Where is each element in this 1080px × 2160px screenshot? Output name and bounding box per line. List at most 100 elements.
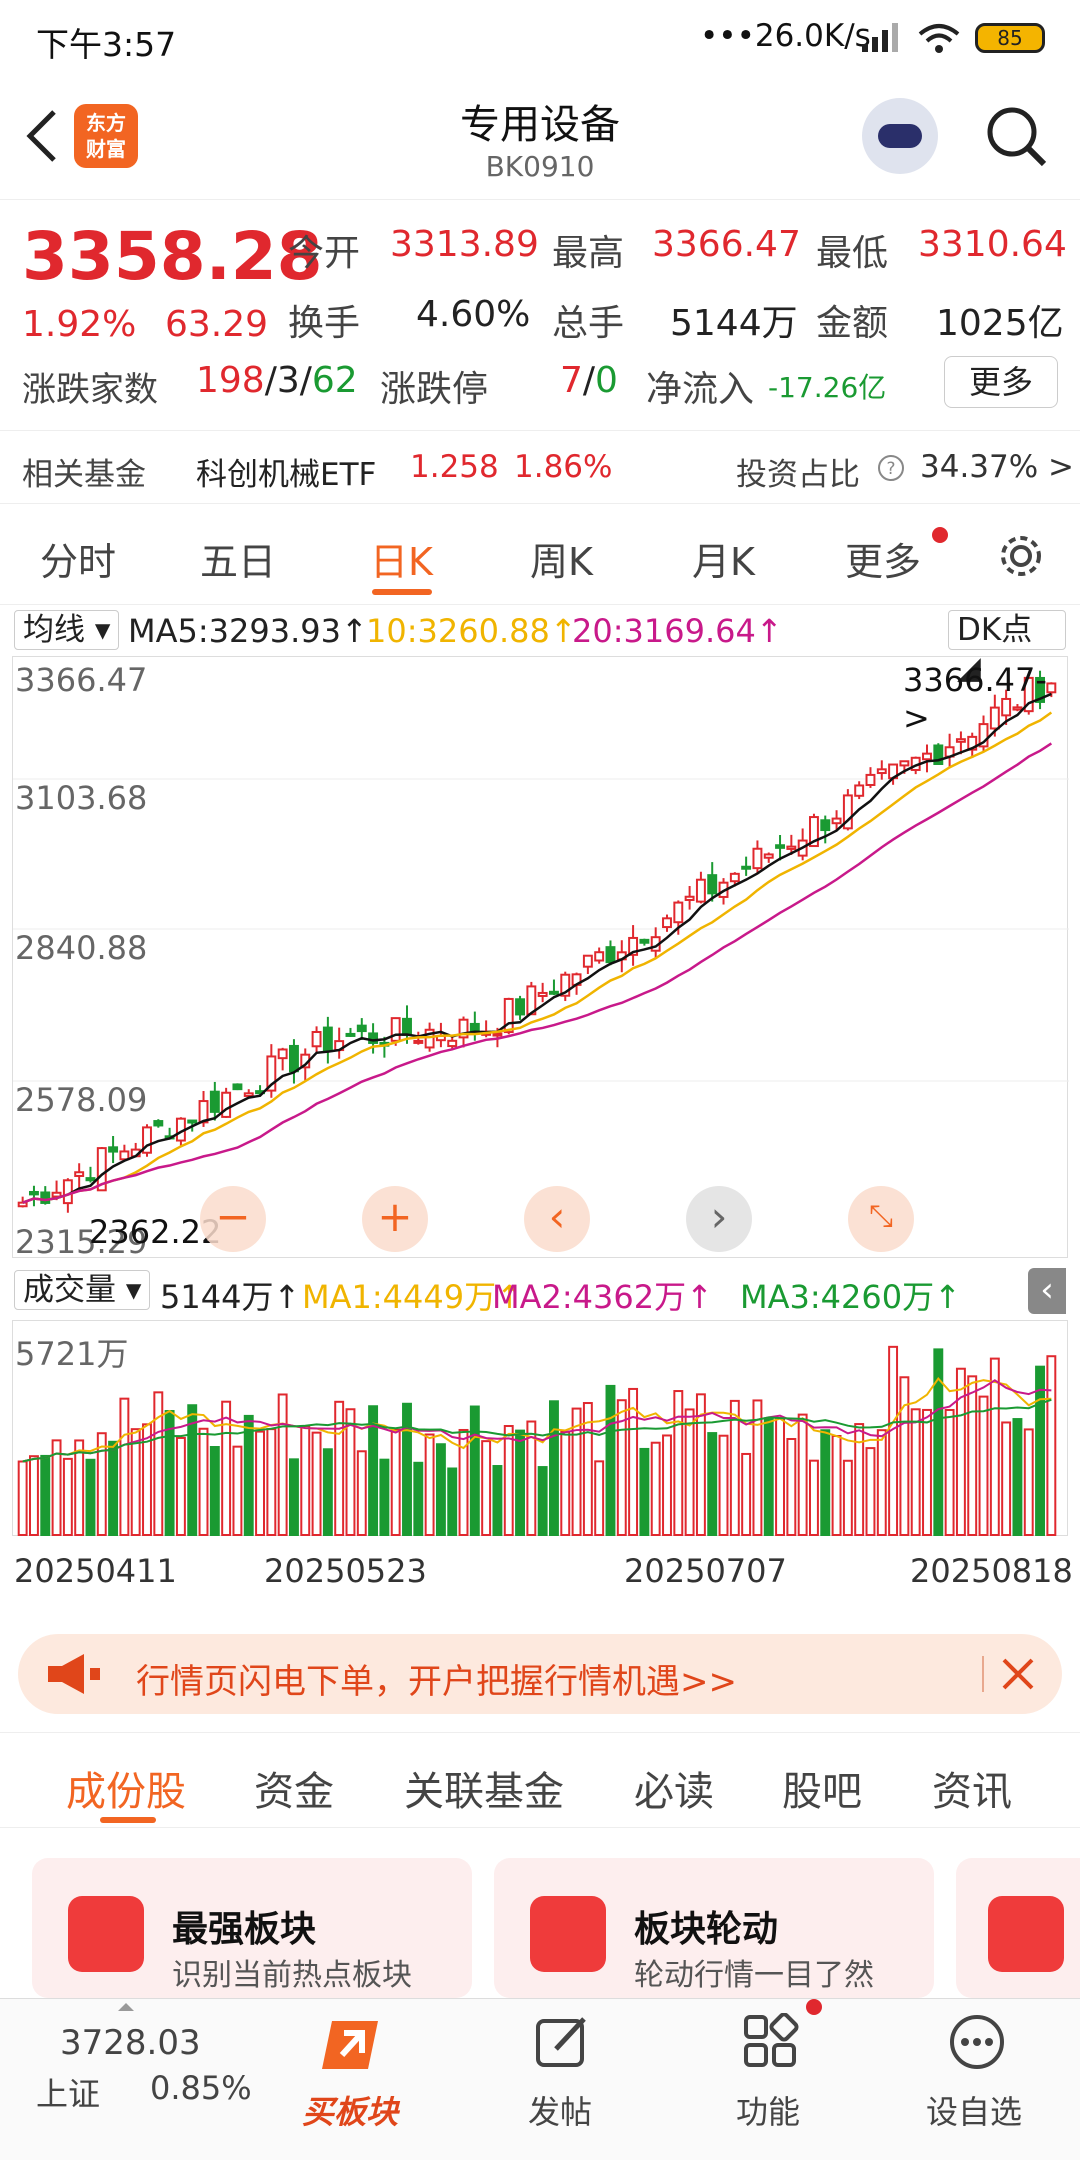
- fullscreen-button[interactable]: ⤡: [848, 1186, 914, 1252]
- card-partial[interactable]: [956, 1858, 1080, 1998]
- tab-forum[interactable]: 股吧: [782, 1759, 862, 1817]
- function-label[interactable]: 功能: [736, 2087, 800, 2133]
- high-value: 3366.47: [652, 224, 801, 265]
- tab-daily-k[interactable]: 日K: [370, 531, 433, 586]
- tab-underline: [372, 589, 432, 595]
- volume-bar: [334, 1400, 345, 1537]
- candle: [469, 1011, 480, 1041]
- volume-value: 5144万↑: [160, 1278, 301, 1316]
- zoom-out-button[interactable]: −: [200, 1186, 266, 1252]
- volume-bar: [549, 1400, 559, 1537]
- tab-funds-flow[interactable]: 资金: [254, 1759, 334, 1817]
- volume-bar: [910, 1408, 921, 1536]
- max-marker-label: 3366.47->: [903, 661, 1047, 737]
- volume-bar: [729, 1399, 740, 1536]
- ratio-label: 投资占比: [736, 457, 860, 493]
- more-dots-icon[interactable]: [948, 2013, 1006, 2071]
- dk-points-button[interactable]: DK点 ◢: [948, 610, 1066, 686]
- volume-bar: [108, 1440, 119, 1536]
- volume-chart[interactable]: 5721万: [12, 1320, 1068, 1537]
- function-grid-icon[interactable]: [742, 2013, 800, 2071]
- candle: [797, 828, 808, 861]
- volume-bar: [831, 1434, 842, 1536]
- top-bar: 东方 财富 专用设备 BK0910: [0, 76, 1080, 200]
- adv-dec-values: 198/3/62: [196, 360, 358, 401]
- candle: [29, 1185, 39, 1207]
- volume-bars: [17, 1345, 1057, 1537]
- volume-bar: [650, 1441, 661, 1536]
- tab-must-read[interactable]: 必读: [634, 1759, 714, 1817]
- tab-more[interactable]: 更多: [845, 531, 921, 586]
- candle: [277, 1047, 288, 1071]
- fund-name: 科创机械ETF: [196, 457, 377, 493]
- candle: [537, 982, 548, 1003]
- buy-sector-label[interactable]: 买板块: [302, 2087, 398, 2133]
- adv-dec-label: 涨跌家数: [22, 370, 158, 410]
- settings-gear-icon[interactable]: [996, 531, 1046, 581]
- collapse-panel-button[interactable]: ‹: [1028, 1268, 1066, 1314]
- card-sector-rotation[interactable]: 板块轮动 轮动行情一目了然: [494, 1858, 934, 1998]
- assistant-robot-icon[interactable]: [862, 98, 938, 174]
- close-icon[interactable]: [1000, 1656, 1036, 1692]
- ma-dropdown[interactable]: 均线 ▾: [14, 610, 120, 650]
- volume-bar: [390, 1428, 401, 1536]
- volume-bar: [1023, 1428, 1034, 1536]
- candle: [922, 744, 932, 773]
- candle: [74, 1163, 85, 1188]
- promo-banner[interactable]: 行情页闪电下单，开户把握行情机遇>>: [18, 1634, 1062, 1714]
- volume-bar: [741, 1452, 752, 1536]
- status-time: 下午3:57: [36, 25, 177, 64]
- index-value[interactable]: 3728.03: [60, 2023, 201, 2063]
- related-fund-row[interactable]: 相关基金 科创机械ETF 1.258 1.86% 投资占比 ? 34.37% >: [0, 430, 1080, 504]
- ma10-value: 10:3260.88↑: [366, 612, 577, 650]
- change-pct: 1.92%: [22, 304, 137, 345]
- volume-bar: [277, 1393, 288, 1536]
- signal-icon: [862, 23, 898, 52]
- zoom-in-button[interactable]: +: [362, 1186, 428, 1252]
- scroll-left-button[interactable]: ‹: [524, 1186, 590, 1252]
- volume-bar: [29, 1455, 39, 1536]
- volume-bar: [594, 1460, 605, 1537]
- volume-bar: [322, 1448, 333, 1536]
- help-icon[interactable]: ?: [876, 453, 906, 483]
- status-bar: 下午3:57 •••26.0K/s 85: [0, 0, 1080, 76]
- tab-intraday[interactable]: 分时: [40, 531, 116, 586]
- turnover-label: 换手: [288, 303, 361, 344]
- card-strongest-sector[interactable]: 最强板块 识别当前热点板块: [32, 1858, 472, 1998]
- volume-bar: [266, 1428, 277, 1536]
- tab-related-funds[interactable]: 关联基金: [404, 1759, 564, 1817]
- tab-news[interactable]: 资讯: [932, 1759, 1012, 1817]
- volume-bar: [289, 1458, 299, 1536]
- volume-bar: [1046, 1355, 1057, 1536]
- volume-dropdown[interactable]: 成交量 ▾: [14, 1270, 151, 1310]
- tab-constituents[interactable]: 成份股: [66, 1759, 186, 1817]
- volume-bar: [537, 1466, 548, 1536]
- post-label[interactable]: 发帖: [528, 2087, 592, 2133]
- add-favorite-label[interactable]: 设自选: [926, 2087, 1022, 2133]
- volume-bar: [243, 1414, 254, 1536]
- scroll-right-button[interactable]: ›: [686, 1186, 752, 1252]
- buy-sector-icon[interactable]: [318, 2013, 390, 2075]
- tab-weekly-k[interactable]: 周K: [530, 531, 593, 586]
- more-button[interactable]: 更多: [944, 356, 1058, 408]
- k-line-chart[interactable]: 3366.47 3103.68 2840.88 2578.09 2315.29 …: [12, 656, 1069, 1261]
- volume-bar: [62, 1457, 73, 1537]
- volume-bar: [1001, 1421, 1012, 1536]
- megaphone-icon: [48, 1654, 100, 1694]
- card-title: 最强板块: [172, 1909, 317, 1950]
- volume-bar: [1012, 1418, 1023, 1536]
- volume-bar: [198, 1427, 209, 1536]
- candle: [820, 815, 831, 844]
- tab-monthly-k[interactable]: 月K: [692, 531, 755, 586]
- limit-values: 7/0: [560, 360, 618, 401]
- volume-bar: [311, 1431, 322, 1536]
- amount-value: 1025亿: [936, 303, 1064, 344]
- post-edit-icon[interactable]: [534, 2013, 592, 2071]
- candle: [481, 1020, 492, 1038]
- tab-five-day[interactable]: 五日: [200, 531, 276, 586]
- candle: [119, 1144, 130, 1161]
- search-icon[interactable]: [982, 102, 1052, 172]
- volume-bar: [209, 1446, 220, 1536]
- candle: [221, 1087, 232, 1118]
- volume-bar: [944, 1408, 955, 1536]
